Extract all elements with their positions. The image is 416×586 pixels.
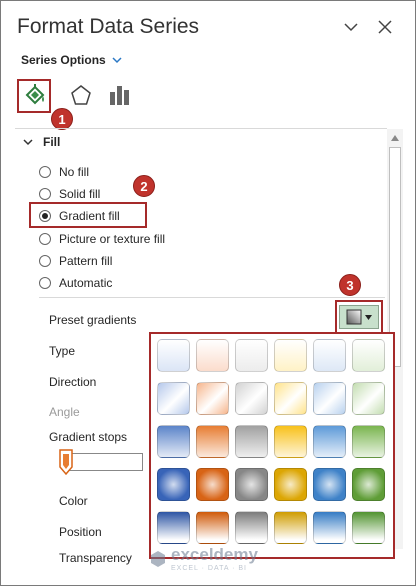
pentagon-icon xyxy=(71,85,91,105)
gradient-swatch-orange-1[interactable] xyxy=(196,339,229,372)
radio-button[interactable] xyxy=(39,277,51,289)
radio-pattern-fill[interactable]: Pattern fill xyxy=(39,254,112,268)
radio-button[interactable] xyxy=(39,188,51,200)
radio-no-fill[interactable]: No fill xyxy=(39,165,89,179)
radio-automatic[interactable]: Automatic xyxy=(39,276,112,290)
preset-gradients-gallery xyxy=(149,332,395,559)
gradient-swatch-gold-3[interactable] xyxy=(274,425,307,458)
gradient-stops-slider[interactable] xyxy=(67,453,143,471)
gradient-swatch-light-blue-3[interactable] xyxy=(313,425,346,458)
gradient-swatch-gray-2[interactable] xyxy=(235,382,268,415)
bar-chart-icon xyxy=(110,86,129,105)
type-label: Type xyxy=(49,344,76,358)
divider xyxy=(15,128,387,129)
watermark-tagline: EXCEL · DATA · BI xyxy=(171,565,247,572)
close-icon[interactable] xyxy=(375,17,395,37)
chevron-down-icon xyxy=(112,56,122,63)
radio-solid-fill[interactable]: Solid fill xyxy=(39,187,100,201)
fill-line-tab-highlight xyxy=(17,79,51,113)
gradient-swatch-gray-1[interactable] xyxy=(235,339,268,372)
gradient-stop-handle[interactable] xyxy=(59,449,73,476)
step-badge-1: 1 xyxy=(51,108,73,130)
radio-label: Solid fill xyxy=(59,187,101,201)
gradient-swatch-green-4[interactable] xyxy=(352,468,385,501)
preset-gradients-label: Preset gradients xyxy=(49,313,137,327)
step-badge-3: 3 xyxy=(339,274,361,296)
fill-section-label: Fill xyxy=(43,135,61,149)
radio-label: Pattern fill xyxy=(59,254,113,268)
chevron-down-icon xyxy=(23,138,33,145)
exceldemy-logo-icon xyxy=(151,550,165,567)
gradient-swatch-blue-4[interactable] xyxy=(157,468,190,501)
gradient-swatch-gray-4[interactable] xyxy=(235,468,268,501)
radio-button[interactable] xyxy=(39,166,51,178)
gradient-swatch-light-blue-2[interactable] xyxy=(313,382,346,415)
gradient-swatch-grid xyxy=(157,339,385,544)
gradient-swatch-orange-2[interactable] xyxy=(196,382,229,415)
fill-section-header[interactable]: Fill xyxy=(23,135,60,149)
radio-button[interactable] xyxy=(39,255,51,267)
gradient-swatch-blue-5[interactable] xyxy=(157,511,190,544)
gradient-fill-highlight xyxy=(29,202,147,228)
gradient-swatch-green-5[interactable] xyxy=(352,511,385,544)
gradient-swatch-orange-3[interactable] xyxy=(196,425,229,458)
gradient-swatch-gray-5[interactable] xyxy=(235,511,268,544)
gradient-swatch-light-blue-4[interactable] xyxy=(313,468,346,501)
gradient-swatch-blue-2[interactable] xyxy=(157,382,190,415)
radio-button[interactable] xyxy=(39,233,51,245)
direction-label: Direction xyxy=(49,375,97,389)
radio-label: Picture or texture fill xyxy=(59,232,166,246)
step-badge-2: 2 xyxy=(133,175,155,197)
color-label: Color xyxy=(59,494,88,508)
gradient-swatch-gray-3[interactable] xyxy=(235,425,268,458)
gradient-swatch-light-blue-1[interactable] xyxy=(313,339,346,372)
watermark-logo: exceldemy EXCEL · DATA · BI xyxy=(151,545,258,572)
radio-label: Automatic xyxy=(59,276,113,290)
gradient-swatch-green-1[interactable] xyxy=(352,339,385,372)
radio-picture-fill[interactable]: Picture or texture fill xyxy=(39,232,165,246)
gradient-swatch-gold-2[interactable] xyxy=(274,382,307,415)
divider xyxy=(39,297,385,298)
gradient-swatch-gold-1[interactable] xyxy=(274,339,307,372)
gradient-swatch-orange-4[interactable] xyxy=(196,468,229,501)
tab-effects[interactable] xyxy=(65,79,97,111)
gradient-swatch-blue-3[interactable] xyxy=(157,425,190,458)
format-data-series-pane: Format Data Series Series Options 1 Fill… xyxy=(0,0,416,586)
gradient-swatch-green-3[interactable] xyxy=(352,425,385,458)
transparency-label: Transparency xyxy=(59,551,132,565)
gradient-swatch-light-blue-5[interactable] xyxy=(313,511,346,544)
angle-label: Angle xyxy=(49,405,80,419)
series-options-dropdown[interactable]: Series Options xyxy=(21,53,122,67)
gradient-stops-label: Gradient stops xyxy=(49,430,128,444)
tab-series-options[interactable] xyxy=(103,79,135,111)
watermark-name: exceldemy xyxy=(171,545,258,564)
gradient-swatch-orange-5[interactable] xyxy=(196,511,229,544)
radio-label: No fill xyxy=(59,165,90,179)
gradient-swatch-gold-5[interactable] xyxy=(274,511,307,544)
chevron-down-icon[interactable] xyxy=(341,17,361,37)
gradient-swatch-blue-1[interactable] xyxy=(157,339,190,372)
pane-title: Format Data Series xyxy=(17,15,200,38)
preset-button-highlight xyxy=(335,300,383,334)
scroll-up-arrow-icon[interactable] xyxy=(390,133,400,143)
gradient-swatch-green-2[interactable] xyxy=(352,382,385,415)
position-label: Position xyxy=(59,525,102,539)
series-options-label: Series Options xyxy=(21,53,106,67)
gradient-swatch-gold-4[interactable] xyxy=(274,468,307,501)
